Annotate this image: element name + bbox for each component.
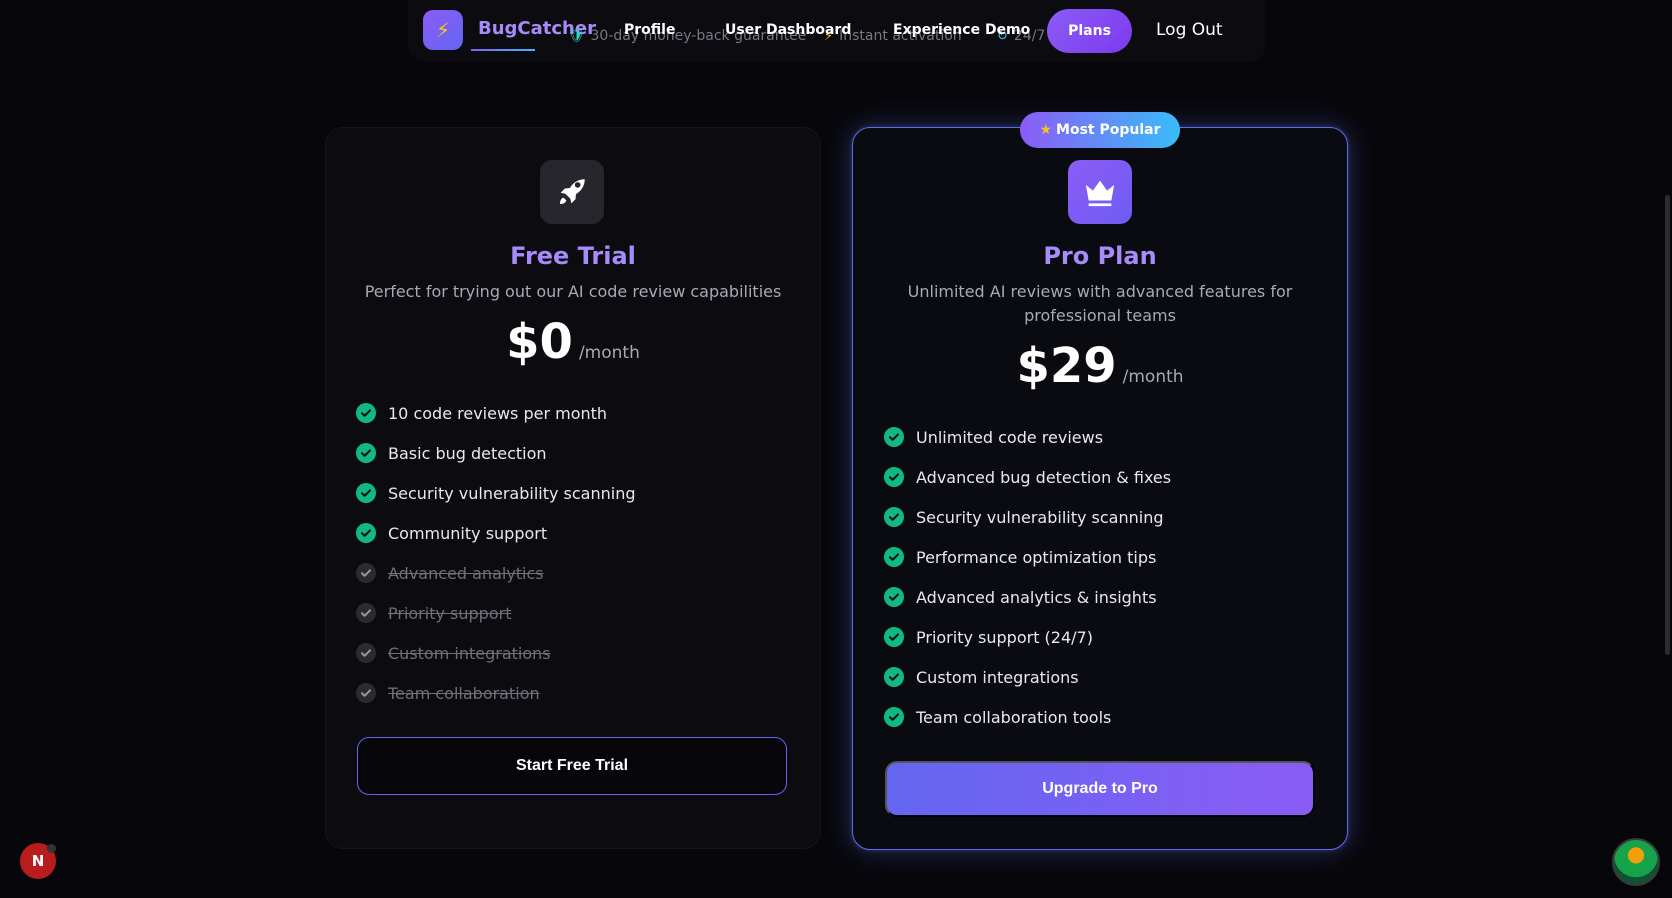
avatar[interactable] — [1612, 838, 1660, 886]
feature-list-pro: Unlimited code reviews Advanced bug detec… — [884, 417, 1171, 737]
check-icon — [884, 587, 904, 607]
price-period: /month — [578, 343, 640, 363]
check-icon — [356, 523, 376, 543]
check-icon — [884, 547, 904, 567]
most-popular-badge: ★ Most Popular — [1020, 112, 1180, 148]
check-icon — [356, 443, 376, 463]
feature-label: Advanced analytics — [388, 563, 544, 583]
upgrade-to-pro-button[interactable]: Upgrade to Pro — [885, 761, 1315, 817]
scrollbar-thumb[interactable] — [1665, 195, 1670, 655]
plan-icon-pro — [1068, 160, 1132, 224]
feature-item: Team collaboration — [356, 673, 636, 713]
feature-label: Custom integrations — [916, 667, 1079, 687]
feature-label: Team collaboration — [388, 683, 540, 703]
feature-label: Performance optimization tips — [916, 547, 1157, 567]
brand-underline — [471, 49, 535, 51]
plan-title-pro: Pro Plan — [1043, 242, 1157, 270]
feature-list-free: 10 code reviews per month Basic bug detec… — [356, 393, 636, 713]
shield-icon: 🛡 — [568, 28, 585, 44]
feature-label: Priority support — [388, 603, 512, 623]
dev-indicator-dot — [47, 844, 56, 853]
plan-icon-free — [540, 160, 604, 224]
feature-item: Advanced analytics — [356, 553, 636, 593]
feature-label: 10 code reviews per month — [388, 403, 608, 423]
plan-description-pro: Unlimited AI reviews with advanced featu… — [907, 282, 1293, 325]
feature-item: Security vulnerability scanning — [884, 497, 1171, 537]
logout-button[interactable]: Log Out — [1156, 20, 1223, 40]
feature-label: Unlimited code reviews — [916, 427, 1104, 447]
start-free-trial-button[interactable]: Start Free Trial — [357, 737, 787, 795]
check-icon — [356, 403, 376, 423]
feature-item: Unlimited code reviews — [884, 417, 1171, 457]
check-icon — [884, 427, 904, 447]
feature-label: Team collaboration tools — [916, 707, 1112, 727]
feature-item: Custom integrations — [884, 657, 1171, 697]
feature-item: Advanced bug detection & fixes — [884, 457, 1171, 497]
feature-item: Team collaboration tools — [884, 697, 1171, 737]
feature-item: Security vulnerability scanning — [356, 473, 636, 513]
crown-icon — [1085, 180, 1115, 207]
feature-label: Priority support (24/7) — [916, 627, 1093, 647]
feature-item: Custom integrations — [356, 633, 636, 673]
check-icon — [884, 507, 904, 527]
check-icon — [356, 483, 376, 503]
feature-label: Advanced analytics & insights — [916, 587, 1157, 607]
feature-label: Basic bug detection — [388, 443, 547, 463]
check-icon — [356, 603, 376, 623]
plan-title-free: Free Trial — [510, 242, 636, 270]
check-icon — [884, 467, 904, 487]
check-icon — [356, 643, 376, 663]
check-icon — [884, 627, 904, 647]
badge-label: Most Popular — [1056, 122, 1161, 138]
feature-label: Custom integrations — [388, 643, 551, 663]
logo[interactable]: ⚡ — [423, 10, 463, 50]
plan-description-free: Perfect for trying out our AI code revie… — [364, 282, 782, 301]
star-icon: ★ — [1039, 122, 1053, 138]
nav-link-profile[interactable]: Profile — [624, 22, 675, 38]
check-icon — [884, 667, 904, 687]
feature-label: Security vulnerability scanning — [388, 483, 636, 503]
price-amount: $0 — [506, 314, 573, 370]
feature-item: Priority support — [356, 593, 636, 633]
check-icon — [884, 707, 904, 727]
feature-item: 10 code reviews per month — [356, 393, 636, 433]
plan-price-free: $0 /month — [325, 314, 821, 370]
price-period: /month — [1122, 367, 1184, 387]
feature-label: Security vulnerability scanning — [916, 507, 1164, 527]
price-amount: $29 — [1016, 338, 1117, 394]
nav-plans-button[interactable]: Plans — [1047, 9, 1132, 53]
check-icon — [356, 683, 376, 703]
feature-item: Priority support (24/7) — [884, 617, 1171, 657]
feature-item: Performance optimization tips — [884, 537, 1171, 577]
feature-item: Basic bug detection — [356, 433, 636, 473]
feature-item: Advanced analytics & insights — [884, 577, 1171, 617]
feature-item: Community support — [356, 513, 636, 553]
nav-link-user-dashboard[interactable]: User Dashboard — [725, 22, 851, 38]
plan-price-pro: $29 /month — [852, 338, 1348, 394]
feature-label: Community support — [388, 523, 548, 543]
rocket-icon — [559, 179, 585, 205]
nav-link-experience-demo[interactable]: Experience Demo — [893, 22, 1030, 38]
lightning-icon: ⚡ — [435, 18, 451, 42]
check-icon — [356, 563, 376, 583]
feature-label: Advanced bug detection & fixes — [916, 467, 1172, 487]
